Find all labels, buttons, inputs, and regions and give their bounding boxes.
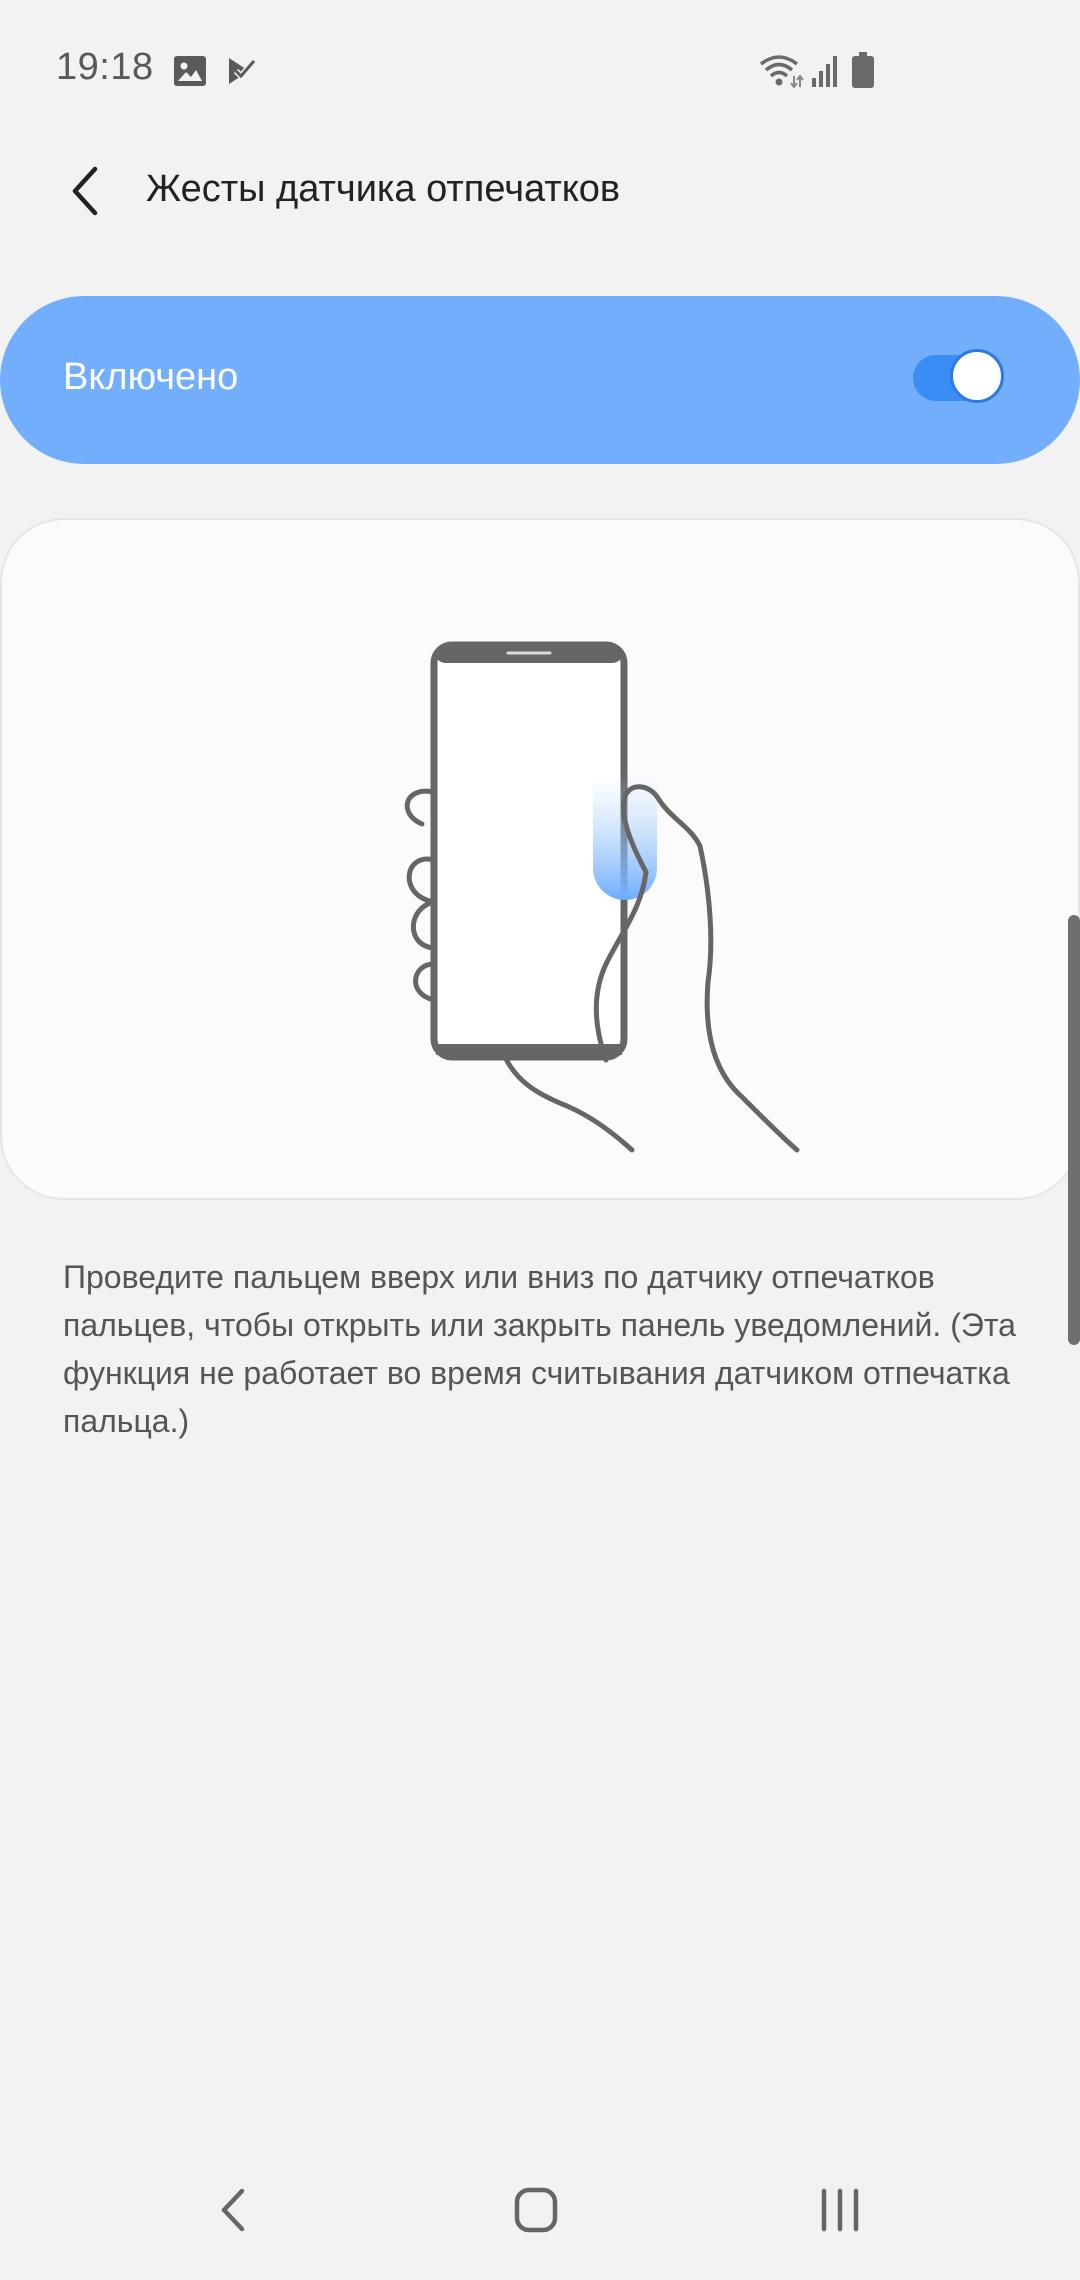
nav-home-button[interactable]: [487, 2170, 587, 2250]
cellular-signal-icon: [812, 56, 837, 87]
nav-back-icon: [221, 2188, 245, 2232]
app-bar: Жесты датчика отпечатков: [0, 140, 1080, 246]
description-text: Проведите пальцем вверх или вниз по датч…: [63, 1259, 1016, 1439]
task-check-icon: [229, 58, 256, 84]
status-bar: 19:18: [0, 0, 1080, 140]
status-time: 19:18: [56, 46, 154, 88]
gallery-icon: [174, 56, 206, 86]
master-switch-label: Включено: [63, 356, 239, 398]
master-switch-bar[interactable]: Включено: [0, 296, 1080, 464]
nav-recents-button[interactable]: [790, 2170, 890, 2250]
wifi-icon: [759, 55, 804, 88]
nav-back-button[interactable]: [184, 2170, 284, 2250]
hand-holding-phone-swipe-icon: [404, 641, 800, 1153]
chevron-left-icon: [72, 166, 98, 216]
back-button[interactable]: [50, 156, 120, 226]
scroll-indicator[interactable]: [1068, 915, 1080, 1345]
nav-home-icon: [514, 2187, 558, 2233]
page-title: Жесты датчика отпечатков: [146, 168, 621, 210]
nav-recents-icon: [821, 2188, 859, 2232]
navigation-bar: [0, 2150, 1080, 2280]
master-toggle-switch[interactable]: [910, 349, 1008, 407]
battery-icon: [852, 52, 874, 88]
illustration-card: [0, 518, 1080, 1200]
toggle-thumb: [950, 349, 1004, 403]
